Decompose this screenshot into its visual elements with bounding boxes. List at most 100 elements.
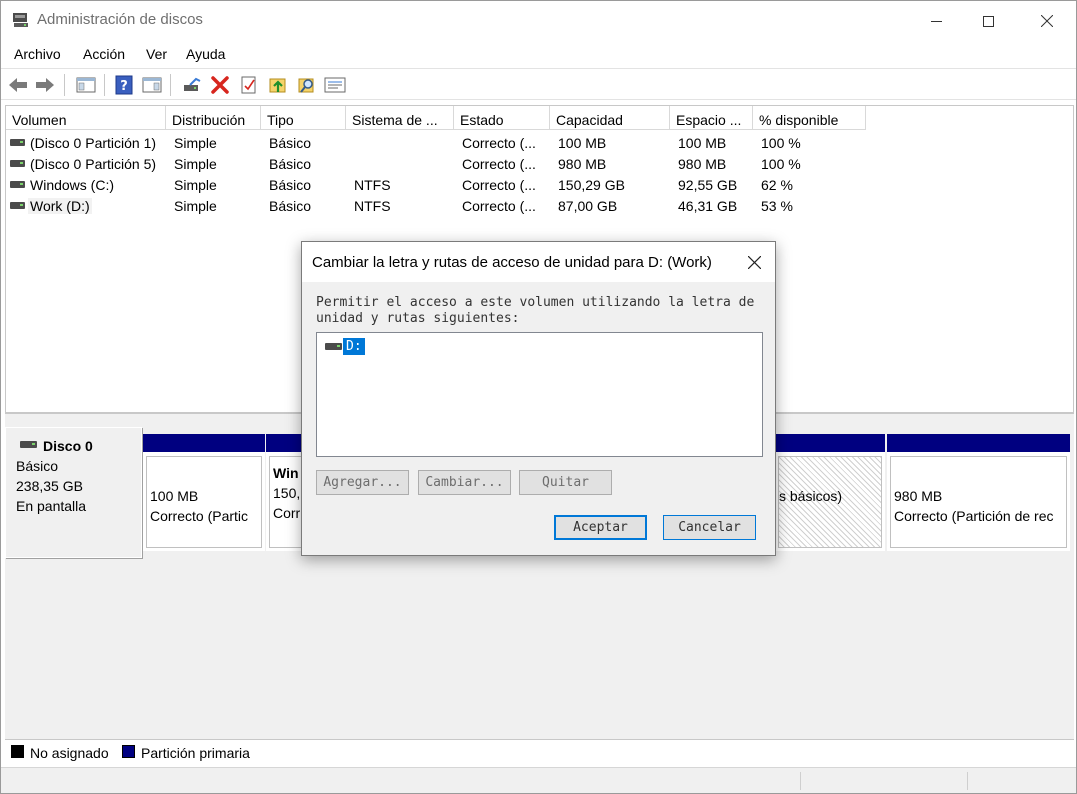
properties-button[interactable] [238, 74, 260, 96]
partition-size: 150, [273, 485, 301, 501]
cell-volume: (Disco 0 Partición 5) [30, 156, 157, 172]
cell-percent-free: 53 % [761, 198, 793, 214]
search-button[interactable] [296, 74, 318, 96]
up-folder-button[interactable] [267, 74, 289, 96]
cell-percent-free: 100 % [761, 135, 801, 151]
legend-unassigned: No asignado [30, 745, 109, 761]
partition-body: 100 MB Correcto (Partic [146, 456, 262, 548]
cell-type: Básico [269, 198, 312, 214]
up-folder-icon [269, 78, 286, 93]
partition-bar [143, 434, 265, 452]
cell-percent-free: 62 % [761, 177, 793, 193]
cell-volume: (Disco 0 Partición 1) [30, 135, 157, 151]
partition-bar [887, 434, 1070, 452]
cell-capacity: 87,00 GB [558, 198, 618, 214]
disk-icon [20, 441, 37, 448]
disk-0-label[interactable]: Disco 0 Básico 238,35 GB En pantalla [5, 427, 142, 558]
drive-list-item[interactable]: D: [325, 337, 365, 355]
partition-status: Correcto (Partición de rec [894, 508, 1054, 524]
cell-status: Correcto (... [462, 177, 536, 193]
cell-free-space: 100 MB [678, 135, 727, 151]
properties-icon [241, 76, 256, 94]
partition-size: 100 MB [150, 488, 199, 504]
dialog-description: Permitir el acceso a este volumen utiliz… [316, 295, 755, 326]
volume-icon [10, 139, 25, 146]
table-row[interactable]: (Disco 0 Partición 1) Simple Básico Corr… [6, 133, 1073, 154]
close-icon [1041, 15, 1053, 27]
partition-status: Correcto (Partic [150, 508, 249, 524]
forward-arrow-icon [36, 78, 54, 92]
ok-button[interactable]: Aceptar [554, 515, 647, 540]
partition-5[interactable]: 980 MB Correcto (Partición de rec [887, 434, 1070, 551]
partition-size: 980 MB [894, 488, 943, 504]
list-view-button[interactable] [324, 74, 346, 96]
column-header-disponible[interactable]: % disponible [753, 106, 866, 130]
partition-status: Corr [273, 505, 301, 521]
help-button[interactable]: ? [113, 74, 135, 96]
primary-swatch [122, 745, 135, 758]
maximize-button[interactable] [959, 1, 1017, 41]
disk-management-app-icon [13, 13, 28, 27]
column-header-espacio[interactable]: Espacio ... [670, 106, 753, 130]
connect-disk-button[interactable] [181, 74, 203, 96]
close-icon [747, 255, 761, 269]
table-row-selected[interactable]: Work (D:) Simple Básico NTFS Correcto (.… [6, 196, 1073, 217]
cell-status: Correcto (... [462, 135, 536, 151]
partition-1[interactable]: 100 MB Correcto (Partic [143, 434, 265, 551]
dialog-close-button[interactable] [741, 250, 767, 274]
column-header-distribucion[interactable]: Distribución [166, 106, 261, 130]
column-header-volumen[interactable]: Volumen [6, 106, 166, 130]
toolbar-separator [170, 74, 171, 96]
change-drive-letter-dialog: Cambiar la letra y rutas de acceso de un… [301, 241, 776, 556]
partition-status: s básicos) [779, 488, 843, 504]
table-row[interactable]: (Disco 0 Partición 5) Simple Básico Corr… [6, 154, 1073, 175]
cell-layout: Simple [174, 198, 217, 214]
cancel-button[interactable]: Cancelar [663, 515, 756, 540]
menu-ayuda[interactable]: Ayuda [186, 46, 225, 62]
legend: No asignado Partición primaria [5, 739, 1074, 765]
legend-primary: Partición primaria [141, 745, 250, 761]
close-button[interactable] [1018, 1, 1076, 41]
column-header-tipo[interactable]: Tipo [261, 106, 346, 130]
maximize-icon [982, 15, 994, 27]
cell-filesystem: NTFS [354, 198, 391, 214]
back-button[interactable] [7, 74, 29, 96]
cell-filesystem: NTFS [354, 177, 391, 193]
cell-type: Básico [269, 177, 312, 193]
delete-button[interactable] [209, 74, 231, 96]
console-tree-button[interactable] [75, 74, 97, 96]
cell-capacity: 980 MB [558, 156, 607, 172]
change-button[interactable]: Cambiar... [418, 470, 511, 495]
cell-type: Básico [269, 156, 312, 172]
menu-ver[interactable]: Ver [146, 46, 167, 62]
back-arrow-icon [9, 78, 27, 92]
cell-status: Correcto (... [462, 156, 536, 172]
remove-button[interactable]: Quitar [519, 470, 612, 495]
cell-volume: Windows (C:) [30, 177, 115, 193]
dialog-title-bar: Cambiar la letra y rutas de acceso de un… [302, 242, 775, 282]
column-header-estado[interactable]: Estado [454, 106, 550, 130]
menu-bar: Archivo Acción Ver Ayuda [1, 44, 1076, 66]
status-separator [967, 772, 968, 790]
status-separator [800, 772, 801, 790]
column-header-capacidad[interactable]: Capacidad [550, 106, 670, 130]
drive-paths-list[interactable]: D: [316, 332, 763, 457]
search-icon [298, 78, 314, 93]
add-button[interactable]: Agregar... [316, 470, 409, 495]
cell-free-space: 980 MB [678, 156, 727, 172]
volume-icon [10, 202, 25, 209]
minimize-button[interactable] [907, 1, 965, 41]
action-pane-icon [142, 77, 162, 93]
menu-accion[interactable]: Acción [83, 46, 125, 62]
column-header-sistema[interactable]: Sistema de ... [346, 106, 454, 130]
menu-archivo[interactable]: Archivo [14, 46, 61, 62]
partition-body: s básicos) [778, 456, 882, 548]
partition-work[interactable]: s básicos) [775, 434, 885, 551]
toolbar-separator [64, 74, 65, 96]
forward-button[interactable] [34, 74, 56, 96]
toolbar-separator [104, 74, 105, 96]
table-row[interactable]: Windows (C:) Simple Básico NTFS Correcto… [6, 175, 1073, 196]
window-title: Administración de discos [37, 11, 203, 28]
action-pane-button[interactable] [141, 74, 163, 96]
partition-body: Win 150, Corr [269, 456, 305, 548]
